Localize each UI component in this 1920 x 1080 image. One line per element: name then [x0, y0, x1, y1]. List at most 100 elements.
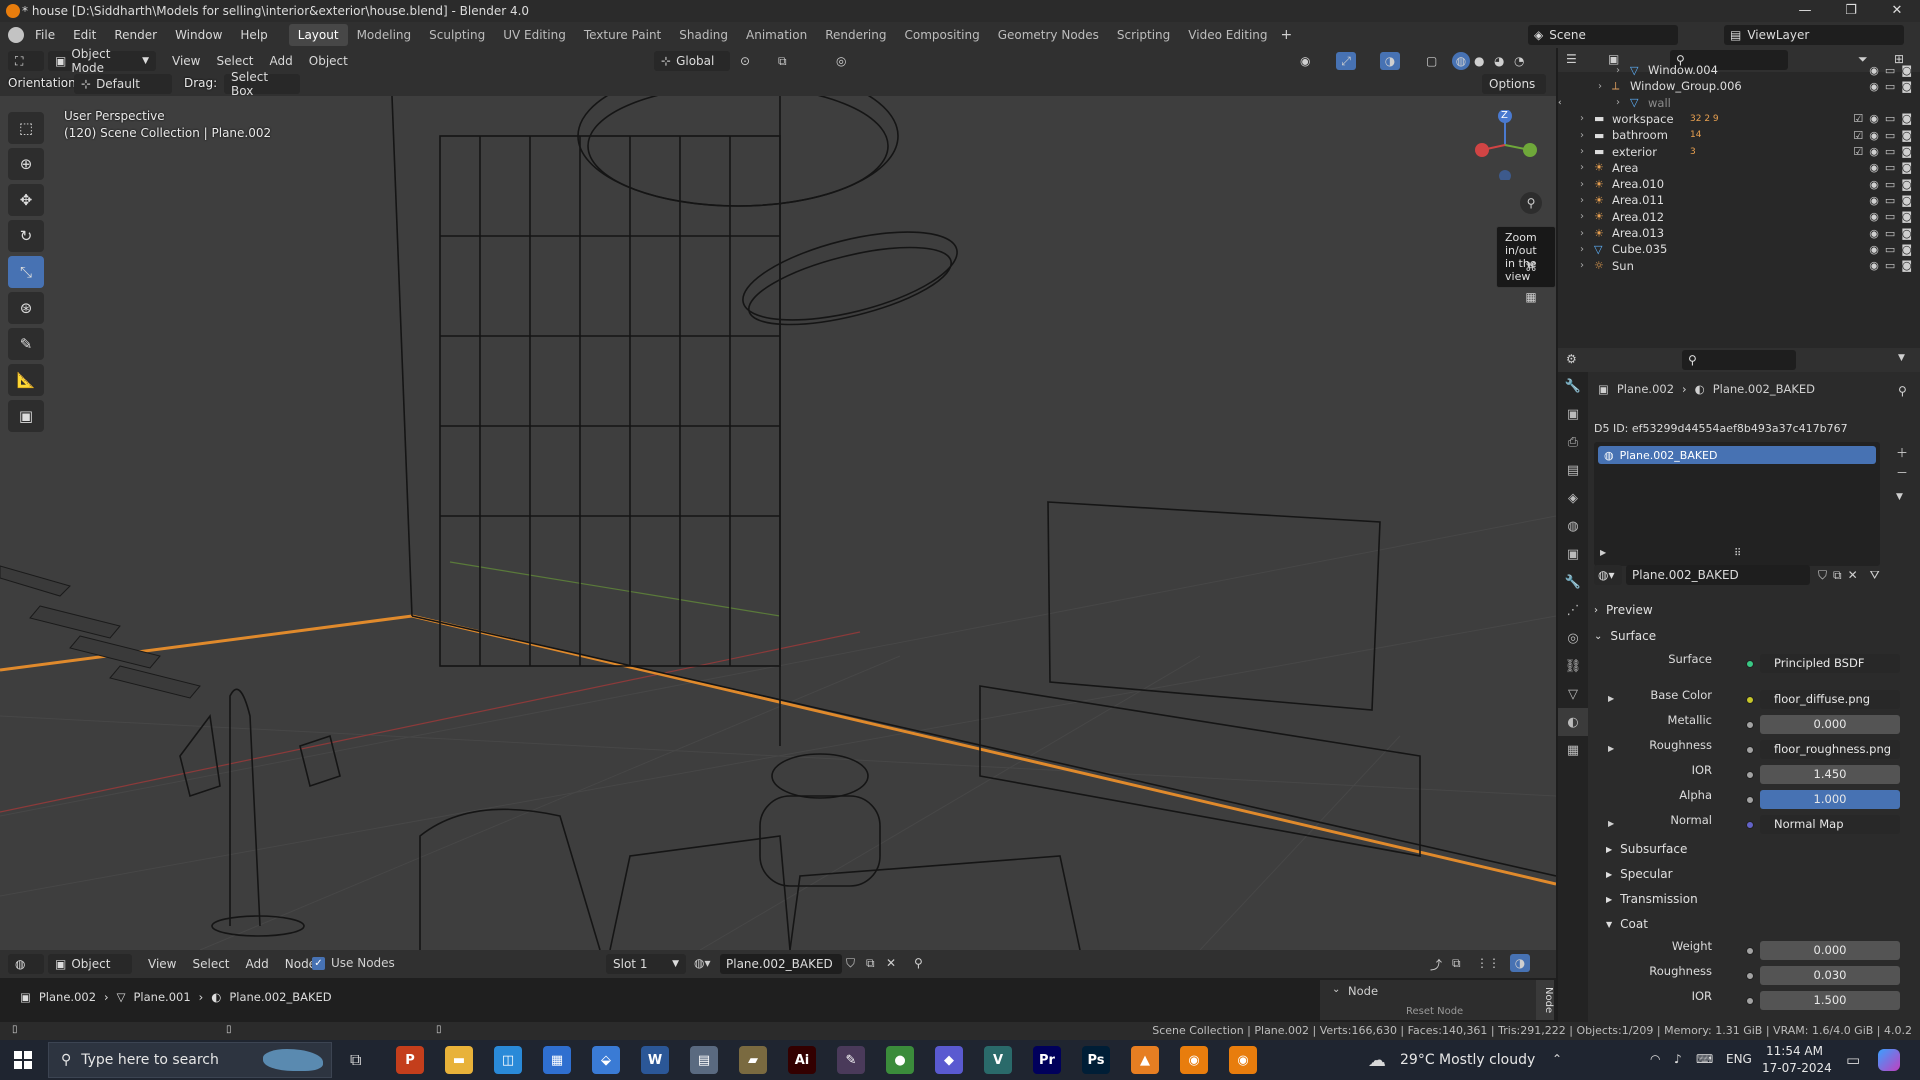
camera-icon[interactable]: ◙	[1901, 210, 1912, 223]
resize-handle-icon[interactable]: ⠿	[1734, 548, 1741, 559]
pivot-icon[interactable]: ⊙	[740, 54, 750, 68]
tool-scale-icon[interactable]: ⤡	[8, 256, 44, 288]
3d-viewport[interactable]: User Perspective (120) Scene Collection …	[0, 96, 1556, 950]
subsurface-panel[interactable]: ▶ Subsurface	[1588, 837, 1920, 861]
expand-arrow-icon[interactable]: ›	[1598, 81, 1602, 92]
taskbar-app-icon[interactable]: Ps	[1082, 1046, 1110, 1074]
taskbar-app-icon[interactable]: ▲	[1131, 1046, 1159, 1074]
node-side-tab[interactable]: Node	[1536, 980, 1554, 1020]
taskbar-app-icon[interactable]: ✎	[837, 1046, 865, 1074]
rendered-shading-icon[interactable]: ◔	[1514, 54, 1524, 68]
node-menu-view[interactable]: View	[140, 957, 184, 971]
eye-icon[interactable]: ◉	[1869, 129, 1879, 142]
tool-select-box-icon[interactable]: ⬚	[8, 112, 44, 144]
visibility-toggles[interactable]: ◉ ▭ ◙	[1869, 259, 1912, 272]
expand-arrow-icon[interactable]: ›	[1580, 113, 1584, 124]
tab-material-icon[interactable]: ◐	[1558, 708, 1588, 736]
zoom-icon[interactable]: ⚲	[1520, 192, 1542, 214]
workspace-tab-rendering[interactable]: Rendering	[816, 24, 895, 46]
metallic-field[interactable]: 0.000	[1760, 715, 1900, 734]
tab-physics-icon[interactable]: ◎	[1558, 624, 1588, 652]
eye-icon[interactable]: ◉	[1869, 227, 1879, 240]
taskbar-search-box[interactable]: ⚲ Type here to search	[48, 1042, 332, 1078]
surface-panel[interactable]: ⌄ Surface	[1588, 624, 1920, 648]
visibility-toggles[interactable]: ◉ ▭ ◙	[1869, 64, 1912, 77]
material-shading-icon[interactable]: ◕	[1494, 54, 1504, 68]
preview-panel[interactable]: › Preview	[1588, 598, 1920, 622]
fake-user-icon[interactable]: ⛉	[846, 956, 855, 971]
ior-field[interactable]: 1.450	[1760, 765, 1900, 784]
node-filter-icon[interactable]: ⛛	[1870, 568, 1880, 583]
expand-arrow-icon[interactable]: ›	[1580, 179, 1584, 190]
monitor-icon[interactable]: ▭	[1885, 210, 1895, 223]
node-editor-canvas[interactable]: ▣ Plane.002 › ▽ Plane.001 › ◐ Plane.002_…	[0, 978, 1556, 1022]
expand-arrow-icon[interactable]: ›	[1580, 146, 1584, 157]
menu-help[interactable]: Help	[231, 28, 276, 42]
pin-icon[interactable]: ⚲	[914, 956, 923, 970]
visibility-toggles[interactable]: ◉ ▭ ◙	[1869, 194, 1912, 207]
monitor-icon[interactable]: ▭	[1885, 145, 1895, 158]
expand-arrow-icon[interactable]: ›	[1580, 244, 1584, 255]
menu-edit[interactable]: Edit	[64, 28, 105, 42]
chevron-down-icon[interactable]: ▼	[1898, 353, 1905, 363]
drag-dropdown[interactable]: Select Box	[224, 70, 300, 98]
minimize-button[interactable]: —	[1782, 0, 1828, 22]
network-icon[interactable]: ◠	[1650, 1052, 1660, 1066]
node-mode-dropdown[interactable]: ▣ Object	[48, 954, 132, 974]
checkbox-checked-icon[interactable]: ☑	[1853, 145, 1863, 158]
tool-rotate-icon[interactable]: ↻	[8, 220, 44, 252]
workspace-tab-geometry-nodes[interactable]: Geometry Nodes	[989, 24, 1108, 46]
workspace-tab-animation[interactable]: Animation	[737, 24, 816, 46]
viewport-menu-add[interactable]: Add	[262, 54, 301, 68]
eye-icon[interactable]: ◉	[1869, 194, 1879, 207]
tool-transform-icon[interactable]: ⊛	[8, 292, 44, 324]
tray-overflow-icon[interactable]: ⌃	[1552, 1052, 1562, 1066]
taskbar-app-icon[interactable]: ⬙	[592, 1046, 620, 1074]
expand-arrow-icon[interactable]: ›	[1580, 211, 1584, 222]
monitor-icon[interactable]: ▭	[1885, 178, 1895, 191]
taskbar-app-icon[interactable]: ◉	[1229, 1046, 1257, 1074]
visibility-toggles[interactable]: ☑ ◉ ▭ ◙	[1853, 129, 1912, 142]
taskbar-app-icon[interactable]: P	[396, 1046, 424, 1074]
visibility-toggles[interactable]: ☑ ◉ ▭ ◙	[1853, 145, 1912, 158]
tool-cursor-icon[interactable]: ⊕	[8, 148, 44, 180]
taskbar-app-icon[interactable]: ◫	[494, 1046, 522, 1074]
eye-icon[interactable]: ◉	[1869, 178, 1879, 191]
options-dropdown[interactable]: Options	[1482, 74, 1546, 94]
notification-icon[interactable]: ▭	[1846, 1051, 1860, 1069]
clock-date[interactable]: 17-07-2024	[1762, 1061, 1832, 1075]
eye-icon[interactable]: ◉	[1869, 161, 1879, 174]
coat-roughness-field[interactable]: 0.030	[1760, 966, 1900, 985]
language-indicator[interactable]: ENG	[1726, 1052, 1752, 1066]
add-slot-button[interactable]: ＋	[1896, 444, 1908, 461]
orientation-dropdown[interactable]: ⊹ Default	[74, 74, 172, 94]
material-name-field[interactable]: Plane.002_BAKED	[1626, 565, 1810, 585]
expand-arrow-icon[interactable]: ›	[1580, 228, 1584, 239]
taskbar-app-icon[interactable]: ▬	[445, 1046, 473, 1074]
checkbox-checked-icon[interactable]: ☑	[1853, 112, 1863, 125]
workspace-tab-modeling[interactable]: Modeling	[348, 24, 421, 46]
tool-annotate-icon[interactable]: ✎	[8, 328, 44, 360]
visibility-toggles[interactable]: ◉ ▭ ◙	[1869, 227, 1912, 240]
tool-add-cube-icon[interactable]: ▣	[8, 400, 44, 432]
editor-type-button[interactable]: ⛶	[8, 51, 44, 71]
scene-selector[interactable]: ◈ Scene	[1528, 25, 1678, 45]
visibility-icon[interactable]: ◉	[1300, 54, 1310, 68]
coat-panel[interactable]: ▼ Coat	[1588, 912, 1920, 936]
taskbar-app-icon[interactable]: W	[641, 1046, 669, 1074]
expand-arrow-icon[interactable]: ›	[1616, 97, 1620, 108]
workspace-tab-texture-paint[interactable]: Texture Paint	[575, 24, 670, 46]
clock-time[interactable]: 11:54 AM	[1766, 1044, 1823, 1058]
tab-object-icon[interactable]: ▣	[1558, 540, 1588, 568]
taskbar-app-icon[interactable]: Pr	[1033, 1046, 1061, 1074]
navigation-gizmo[interactable]: Z	[1470, 109, 1540, 182]
solid-shading-icon[interactable]: ●	[1474, 54, 1484, 68]
monitor-icon[interactable]: ▭	[1885, 194, 1895, 207]
camera-icon[interactable]: ◙	[1901, 243, 1912, 256]
gizmo-icon[interactable]: ⤢	[1336, 52, 1356, 70]
ortho-toggle-icon[interactable]: ▦	[1520, 286, 1542, 308]
eye-icon[interactable]: ◉	[1869, 80, 1879, 93]
node-material-field[interactable]: Plane.002_BAKED	[720, 954, 842, 974]
taskbar-app-icon[interactable]: Ai	[788, 1046, 816, 1074]
monitor-icon[interactable]: ▭	[1885, 129, 1895, 142]
